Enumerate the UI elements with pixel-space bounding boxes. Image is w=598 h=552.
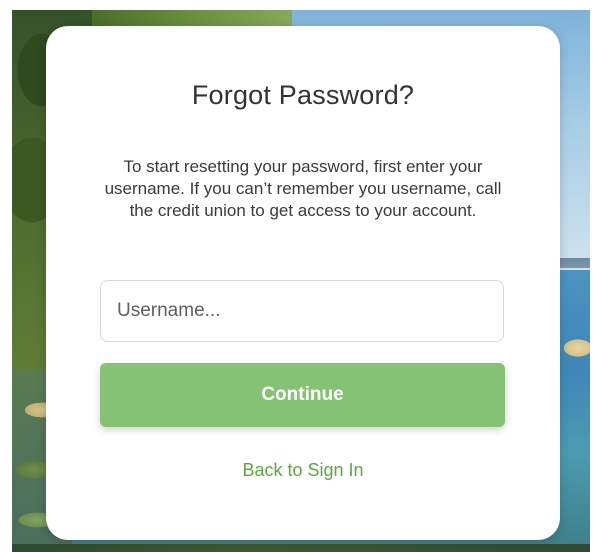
back-to-sign-in-link[interactable]: Back to Sign In <box>242 460 363 480</box>
continue-button[interactable]: Continue <box>100 363 505 427</box>
page-title: Forgot Password? <box>191 80 415 110</box>
forgot-password-card: Forgot Password? To start resetting your… <box>46 26 560 540</box>
username-input[interactable] <box>100 280 504 342</box>
page: Forgot Password? To start resetting your… <box>0 0 598 552</box>
back-to-sign-in-container: Back to Sign In <box>46 460 560 481</box>
instructions-text: To start resetting your password, first … <box>104 157 502 220</box>
